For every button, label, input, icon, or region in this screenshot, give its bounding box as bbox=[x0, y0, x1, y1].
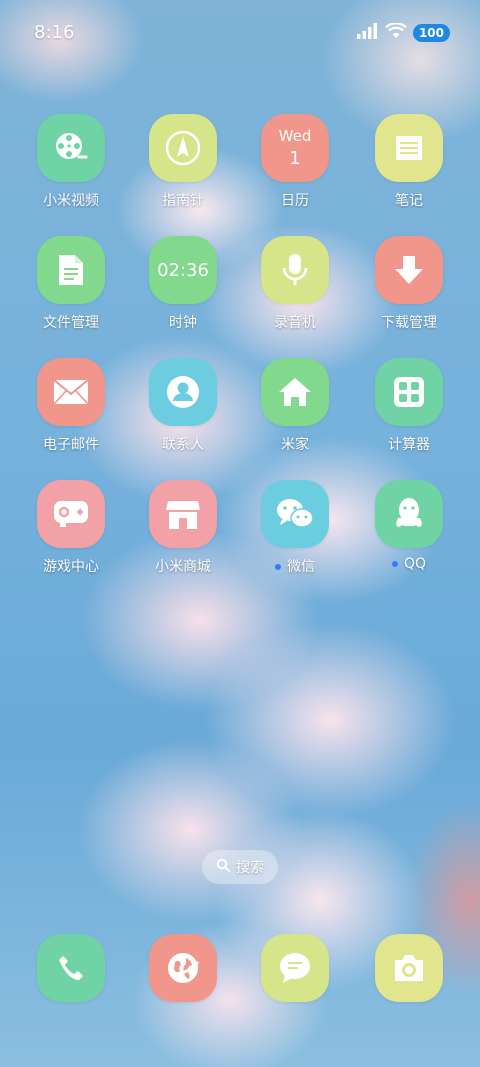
notification-dot bbox=[275, 564, 281, 570]
app-mi-store[interactable]: 小米商城 bbox=[128, 480, 238, 576]
app-calculator[interactable]: 计算器 bbox=[354, 358, 464, 454]
calendar-day: Wed bbox=[278, 126, 312, 145]
app-label: 日历 bbox=[281, 193, 309, 209]
qq-penguin-icon bbox=[375, 480, 443, 548]
app-label-text: 微信 bbox=[287, 559, 315, 575]
app-label: 电子邮件 bbox=[43, 437, 99, 453]
wifi-icon bbox=[384, 22, 407, 43]
globe-icon bbox=[149, 934, 217, 1002]
app-clock[interactable]: 02:36 时钟 bbox=[128, 236, 238, 332]
app-label-text: QQ bbox=[403, 556, 427, 572]
app-contacts[interactable]: 联系人 bbox=[128, 358, 238, 454]
app-label: 笔记 bbox=[395, 193, 423, 209]
app-label: 小米商城 bbox=[155, 559, 211, 575]
download-icon bbox=[375, 236, 443, 304]
app-downloads[interactable]: 下载管理 bbox=[354, 236, 464, 332]
app-label: 联系人 bbox=[162, 437, 204, 453]
app-recorder[interactable]: 录音机 bbox=[240, 236, 350, 332]
search-label: 搜索 bbox=[236, 860, 264, 876]
phone-icon bbox=[37, 934, 105, 1002]
notification-dot bbox=[391, 561, 398, 567]
app-notes[interactable]: 笔记 bbox=[354, 114, 464, 210]
app-label: 文件管理 bbox=[43, 315, 99, 331]
gamepad-icon bbox=[37, 480, 105, 548]
app-label: 录音机 bbox=[274, 315, 316, 331]
dock-messages[interactable] bbox=[240, 934, 350, 1002]
notes-icon bbox=[375, 114, 443, 182]
app-label: QQ bbox=[354, 556, 464, 572]
home-icon bbox=[261, 358, 329, 426]
app-calendar[interactable]: Wed 1 日历 bbox=[240, 114, 350, 210]
app-label: 米家 bbox=[281, 437, 309, 453]
dock-camera[interactable] bbox=[354, 934, 464, 1002]
app-label: 指南针 bbox=[162, 193, 204, 209]
calendar-icon: Wed 1 bbox=[261, 114, 329, 182]
calendar-date: 1 bbox=[289, 147, 301, 169]
app-label: 微信 bbox=[240, 556, 350, 576]
status-time: 8:16 bbox=[34, 22, 75, 43]
camera-icon bbox=[375, 934, 443, 1002]
status-icons: 100 bbox=[356, 22, 450, 44]
app-mi-home[interactable]: 米家 bbox=[240, 358, 350, 454]
app-label: 计算器 bbox=[388, 437, 430, 453]
file-icon bbox=[37, 236, 105, 304]
app-compass[interactable]: 指南针 bbox=[128, 114, 238, 210]
app-label: 时钟 bbox=[169, 315, 197, 331]
app-file-manager[interactable]: 文件管理 bbox=[16, 236, 126, 332]
app-qq[interactable]: QQ bbox=[354, 480, 464, 572]
mail-icon bbox=[37, 358, 105, 426]
app-mi-video[interactable]: 小米视频 bbox=[16, 114, 126, 210]
app-game-center[interactable]: 游戏中心 bbox=[16, 480, 126, 576]
app-label: 游戏中心 bbox=[43, 559, 99, 575]
wechat-icon bbox=[261, 480, 329, 548]
status-bar: 8:16 100 bbox=[0, 0, 480, 68]
store-icon bbox=[149, 480, 217, 548]
clock-time: 02:36 bbox=[157, 259, 209, 281]
app-label: 下载管理 bbox=[381, 315, 437, 331]
film-reel-icon bbox=[37, 114, 105, 182]
contact-icon bbox=[149, 358, 217, 426]
message-bubble-icon bbox=[261, 934, 329, 1002]
app-label: 小米视频 bbox=[43, 193, 99, 209]
search-button[interactable]: 搜索 bbox=[202, 850, 278, 884]
compass-icon bbox=[149, 114, 217, 182]
search-icon bbox=[216, 858, 230, 876]
clock-icon: 02:36 bbox=[149, 236, 217, 304]
microphone-icon bbox=[261, 236, 329, 304]
app-wechat[interactable]: 微信 bbox=[240, 480, 350, 576]
signal-icon bbox=[356, 23, 379, 43]
calculator-icon bbox=[375, 358, 443, 426]
battery-badge: 100 bbox=[412, 24, 450, 42]
app-email[interactable]: 电子邮件 bbox=[16, 358, 126, 454]
dock-browser[interactable] bbox=[128, 934, 238, 1002]
dock-phone[interactable] bbox=[16, 934, 126, 1002]
